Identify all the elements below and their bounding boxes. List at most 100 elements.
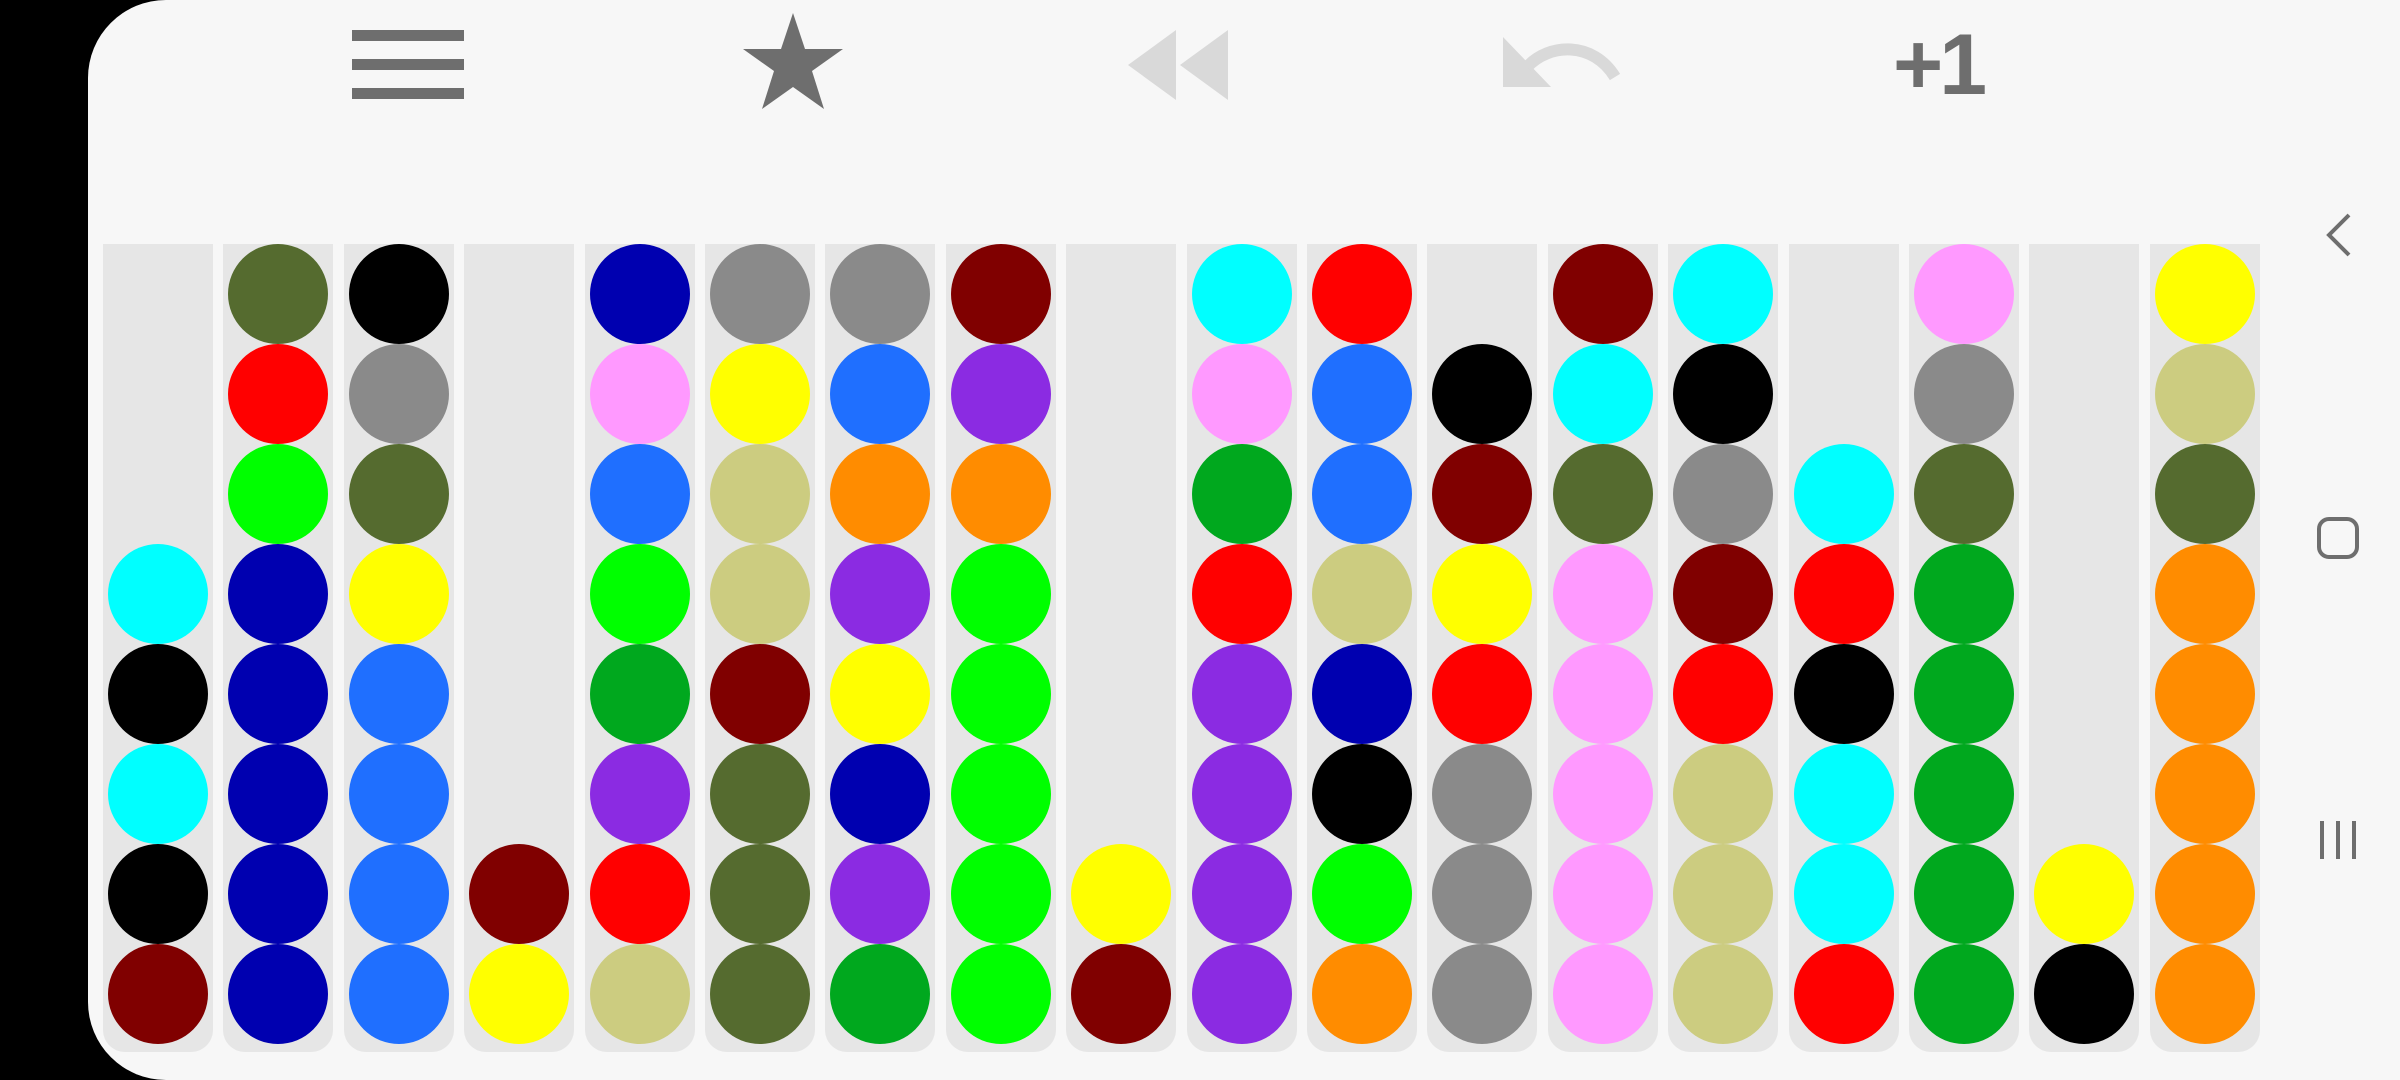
ball (1192, 244, 1292, 344)
ball (830, 444, 930, 544)
ball (2034, 844, 2134, 944)
ball (349, 344, 449, 444)
ball (1673, 444, 1773, 544)
ball (710, 844, 810, 944)
back-nav-button[interactable] (2275, 195, 2400, 275)
ball (710, 244, 810, 344)
ball (1553, 644, 1653, 744)
ball (1673, 544, 1773, 644)
ball (710, 344, 810, 444)
tube-8[interactable] (946, 244, 1056, 1052)
ball (590, 844, 690, 944)
ball (349, 844, 449, 944)
tube-12[interactable] (1427, 244, 1537, 1052)
back-nav-icon (2325, 213, 2350, 257)
ball (590, 944, 690, 1044)
ball (228, 444, 328, 544)
ball (1312, 544, 1412, 644)
tube-5[interactable] (585, 244, 695, 1052)
tube-14[interactable] (1668, 244, 1778, 1052)
ball (590, 344, 690, 444)
ball (590, 444, 690, 544)
ball (1794, 944, 1894, 1044)
ball (1794, 444, 1894, 544)
tube-2[interactable] (223, 244, 333, 1052)
ball (228, 544, 328, 644)
ball (710, 544, 810, 644)
ball (1432, 744, 1532, 844)
ball (1673, 944, 1773, 1044)
ball (590, 744, 690, 844)
ball (1312, 744, 1412, 844)
ball (830, 544, 930, 644)
ball (830, 744, 930, 844)
ball (469, 844, 569, 944)
ball (1192, 444, 1292, 544)
ball (1192, 744, 1292, 844)
ball (710, 744, 810, 844)
ball (349, 644, 449, 744)
ball (1071, 844, 1171, 944)
ball (1794, 744, 1894, 844)
ball (349, 944, 449, 1044)
ball (951, 244, 1051, 344)
tube-3[interactable] (344, 244, 454, 1052)
tube-7[interactable] (825, 244, 935, 1052)
tube-10[interactable] (1187, 244, 1297, 1052)
ball (1673, 844, 1773, 944)
ball (1432, 544, 1532, 644)
ball (1432, 644, 1532, 744)
ball (1673, 244, 1773, 344)
ball (1914, 644, 2014, 744)
ball (1432, 344, 1532, 444)
ball (228, 244, 328, 344)
ball (1312, 344, 1412, 444)
tube-17[interactable] (2029, 244, 2139, 1052)
ball (1673, 344, 1773, 444)
ball (1071, 944, 1171, 1044)
ball (1312, 644, 1412, 744)
ball (228, 944, 328, 1044)
tube-6[interactable] (705, 244, 815, 1052)
home-nav-button[interactable] (2275, 498, 2400, 578)
ball (710, 944, 810, 1044)
ball (1553, 244, 1653, 344)
tube-9[interactable] (1066, 244, 1176, 1052)
ball (1192, 944, 1292, 1044)
tube-18[interactable] (2150, 244, 2260, 1052)
ball (951, 844, 1051, 944)
recents-nav-button[interactable] (2275, 800, 2400, 880)
ball (590, 644, 690, 744)
tube-11[interactable] (1307, 244, 1417, 1052)
ball (1914, 244, 2014, 344)
tube-4[interactable] (464, 244, 574, 1052)
ball (349, 444, 449, 544)
ball (1914, 944, 2014, 1044)
ball (228, 744, 328, 844)
ball (228, 644, 328, 744)
ball (1553, 544, 1653, 644)
ball (1914, 444, 2014, 544)
ball (1794, 544, 1894, 644)
ball (951, 744, 1051, 844)
recents-nav-icon (2319, 821, 2356, 859)
tube-13[interactable] (1548, 244, 1658, 1052)
ball (830, 244, 930, 344)
ball (1192, 344, 1292, 444)
ball (830, 844, 930, 944)
ball (228, 844, 328, 944)
ball (710, 644, 810, 744)
ball (951, 444, 1051, 544)
ball (108, 644, 208, 744)
tube-15[interactable] (1789, 244, 1899, 1052)
ball (1432, 944, 1532, 1044)
ball (1553, 844, 1653, 944)
ball (1553, 344, 1653, 444)
ball (1432, 844, 1532, 944)
ball (1673, 744, 1773, 844)
tube-1[interactable] (103, 244, 213, 1052)
tube-16[interactable] (1909, 244, 2019, 1052)
system-navigation-bar (2275, 0, 2400, 1080)
ball (1553, 444, 1653, 544)
ball (1312, 844, 1412, 944)
